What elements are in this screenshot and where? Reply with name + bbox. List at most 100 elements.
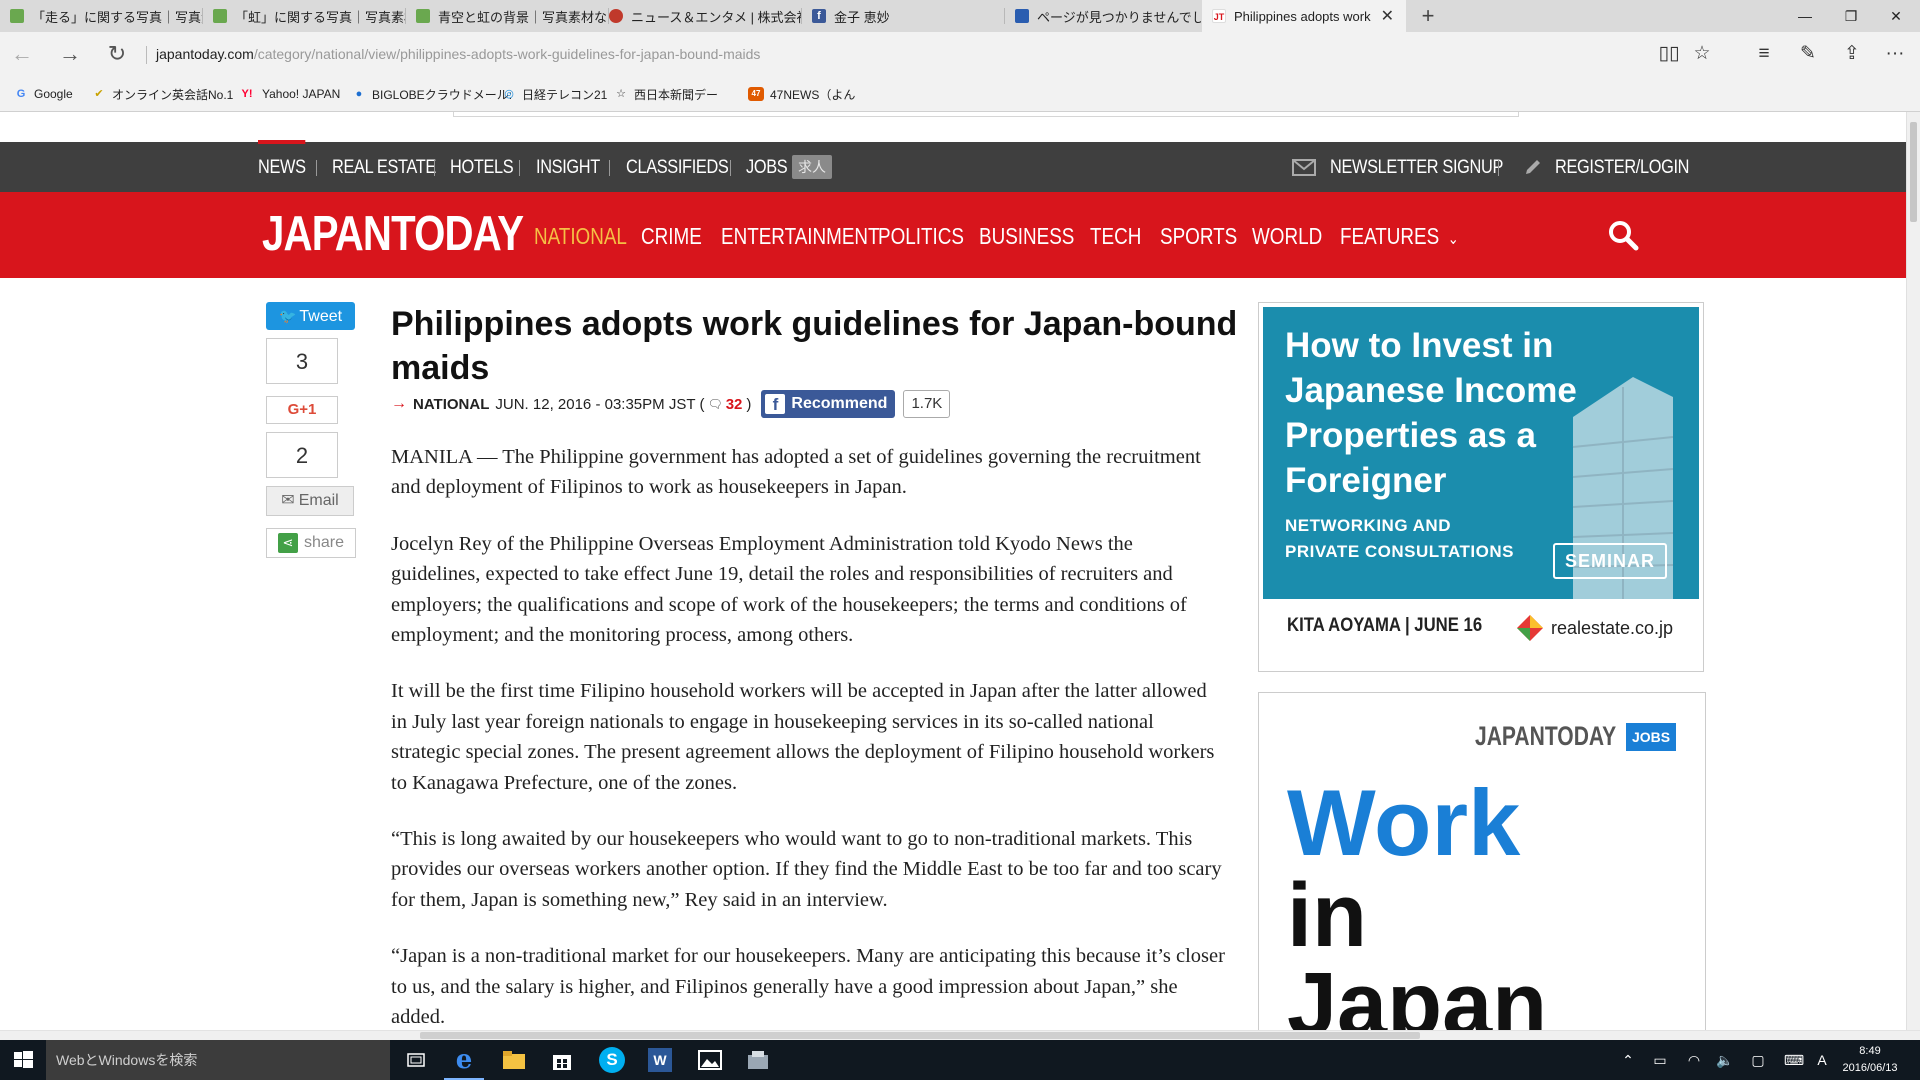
hub-icon[interactable]: ≡ xyxy=(1747,38,1781,70)
article-paragraph: “Japan is a non-traditional market for o… xyxy=(391,945,1225,1029)
address-bar[interactable]: japantoday.com/category/national/view/ph… xyxy=(156,40,1556,68)
topnav-news[interactable]: NEWS xyxy=(258,140,307,192)
word-icon[interactable]: W xyxy=(636,1040,684,1080)
favorite-biglobe[interactable]: ● BIGLOBEクラウドメール: xyxy=(352,76,512,112)
tweet-label: Tweet xyxy=(299,308,343,325)
keyboard-icon[interactable]: ⌨ xyxy=(1780,1040,1808,1080)
favorite-yahoo[interactable]: Y! Yahoo! JAPAN xyxy=(238,76,341,112)
nav-politics[interactable]: POLITICS xyxy=(878,192,964,278)
edge-browser-icon[interactable]: e xyxy=(440,1040,488,1080)
favorite-eikaiwa[interactable]: ✔ オンライン英会話No.1 xyxy=(92,76,233,112)
favorite-google[interactable]: G Google xyxy=(14,76,73,112)
nav-sports[interactable]: SPORTS xyxy=(1160,192,1237,278)
real-estate-ad[interactable]: How to Invest in Japanese Income Propert… xyxy=(1258,302,1704,672)
tab-active[interactable]: JT Philippines adopts work ✕ xyxy=(1202,0,1406,32)
favorite-label: Google xyxy=(34,87,73,101)
nav-crime[interactable]: CRIME xyxy=(641,192,702,278)
refresh-button[interactable]: ↻ xyxy=(99,38,135,70)
nav-tech[interactable]: TECH xyxy=(1090,192,1141,278)
photos-icon[interactable] xyxy=(686,1040,734,1080)
topnav-classifieds[interactable]: CLASSIFIEDS xyxy=(626,142,729,192)
article-paragraph: “This is long awaited by our housekeeper… xyxy=(391,828,1222,911)
new-tab-button[interactable]: + xyxy=(1406,0,1450,32)
address-toolbar: ← → ↻ japantoday.com/category/national/v… xyxy=(0,32,1920,76)
favorite-label: 日経テレコン21 xyxy=(522,87,608,102)
nav-entertainment[interactable]: ENTERTAINMENT xyxy=(721,192,880,278)
favorite-47news[interactable]: 47 47NEWS（よん xyxy=(748,76,855,112)
topnav-jobs[interactable]: JOBS xyxy=(746,142,788,192)
ad-subtitle: NETWORKING AND PRIVATE CONSULTATIONS xyxy=(1285,513,1514,565)
nav-business[interactable]: BUSINESS xyxy=(979,192,1074,278)
nav-national[interactable]: NATIONAL xyxy=(534,192,627,278)
app-icon[interactable] xyxy=(734,1040,782,1080)
jobs-badge[interactable]: 求人 xyxy=(792,155,832,179)
chevron-up-icon[interactable]: ⌃ xyxy=(1616,1040,1640,1080)
close-tab-icon[interactable]: ✕ xyxy=(1381,6,1394,26)
close-window-button[interactable]: ✕ xyxy=(1866,0,1920,32)
facebook-recommend-button[interactable]: f Recommend xyxy=(761,390,896,418)
tab-3[interactable]: 青空と虹の背景｜写真素材な xyxy=(406,0,608,32)
taskbar-search-input[interactable]: WebとWindowsを検索 xyxy=(46,1040,390,1080)
47news-icon: 47 xyxy=(748,87,764,101)
jobs-ad-headline-2: in xyxy=(1287,866,1367,966)
file-explorer-icon[interactable] xyxy=(490,1040,538,1080)
action-center-icon[interactable]: ▢ xyxy=(1745,1040,1771,1080)
horizontal-scrollbar[interactable] xyxy=(0,1030,1920,1040)
store-icon[interactable] xyxy=(538,1040,586,1080)
share-button[interactable]: ⋖ share xyxy=(266,528,356,558)
reading-view-icon[interactable]: ▯▯ xyxy=(1652,38,1686,70)
nav-features-label: FEATURES xyxy=(1340,223,1440,249)
register-login-link[interactable]: REGISTER/LOGIN xyxy=(1555,142,1689,192)
topnav-real-estate[interactable]: REAL ESTATE xyxy=(332,142,436,192)
scroll-thumb[interactable] xyxy=(420,1032,1420,1039)
jobs-ad-headline-3: Japan xyxy=(1287,955,1548,1030)
nav-world[interactable]: WORLD xyxy=(1252,192,1322,278)
favorite-label: BIGLOBEクラウドメール: xyxy=(372,87,513,102)
favorite-star-icon[interactable]: ☆ xyxy=(1685,38,1719,70)
jobs-ad[interactable]: JAPANTODAY JOBS Work in Japan xyxy=(1258,692,1706,1030)
task-view-icon[interactable] xyxy=(392,1040,440,1080)
taskbar-clock[interactable]: 8:49 2016/06/13 xyxy=(1828,1043,1912,1077)
topnav-insight[interactable]: INSIGHT xyxy=(536,142,600,192)
skype-icon[interactable]: S xyxy=(588,1040,636,1080)
email-button[interactable]: ✉ Email xyxy=(266,486,354,516)
web-note-icon[interactable]: ✎ xyxy=(1791,38,1825,70)
tweet-button[interactable]: 🐦 Tweet xyxy=(266,302,355,330)
envelope-icon: ✉ xyxy=(281,492,295,509)
forward-button[interactable]: → xyxy=(52,38,88,70)
main-nav: JAPANTODAY NATIONAL CRIME ENTERTAINMENT … xyxy=(0,192,1906,278)
url-path: /category/national/view/philippines-adop… xyxy=(253,46,761,62)
seminar-badge: SEMINAR xyxy=(1553,543,1668,579)
tab-6[interactable]: ページが見つかりませんでした:中 xyxy=(1005,0,1201,32)
article-category[interactable]: NATIONAL xyxy=(413,396,489,413)
favorite-nishinippon[interactable]: ☆ 西日本新聞デー xyxy=(614,76,718,112)
newsletter-signup-link[interactable]: NEWSLETTER SIGNUP xyxy=(1330,142,1503,192)
ad-subtitle-line: NETWORKING AND xyxy=(1285,516,1451,535)
tab-1[interactable]: 「走る」に関する写真｜写真素 xyxy=(0,0,202,32)
share-icon: ⋖ xyxy=(277,532,298,553)
article-paragraph: Jocelyn Rey of the Philippine Overseas E… xyxy=(391,532,1187,647)
comment-count[interactable]: 32 xyxy=(726,396,743,413)
email-label: Email xyxy=(298,492,339,509)
search-icon[interactable] xyxy=(1606,218,1640,252)
more-icon[interactable]: ··· xyxy=(1878,38,1912,70)
tab-4[interactable]: ニュース＆エンタメ | 株式会社ｵ xyxy=(599,0,801,32)
yahoo-icon: Y! xyxy=(241,88,253,100)
scroll-thumb[interactable] xyxy=(1910,122,1917,222)
topnav-hotels[interactable]: HOTELS xyxy=(450,142,514,192)
share-icon[interactable]: ⇪ xyxy=(1835,38,1869,70)
share-label: share xyxy=(303,534,345,551)
comment-bubble-icon: 🗨 xyxy=(707,397,723,411)
favorite-nikkei[interactable]: ◎ 日経テレコン21 xyxy=(502,76,607,112)
windows-start-icon[interactable] xyxy=(0,1040,46,1080)
wifi-icon[interactable]: ◠ xyxy=(1682,1040,1706,1080)
tab-5[interactable]: f 金子 恵妙 xyxy=(802,0,1004,32)
site-logo[interactable]: JAPANTODAY xyxy=(262,206,524,262)
vertical-scrollbar[interactable] xyxy=(1906,112,1920,1030)
battery-icon[interactable]: ▭ xyxy=(1648,1040,1672,1080)
tab-2[interactable]: 「虹」に関する写真｜写真素材 xyxy=(203,0,405,32)
volume-icon[interactable]: 🔈 xyxy=(1713,1040,1737,1080)
nav-features[interactable]: FEATURES ⌄ xyxy=(1340,192,1459,278)
back-button[interactable]: ← xyxy=(4,38,40,70)
google-plus-button[interactable]: G+1 xyxy=(266,396,338,424)
